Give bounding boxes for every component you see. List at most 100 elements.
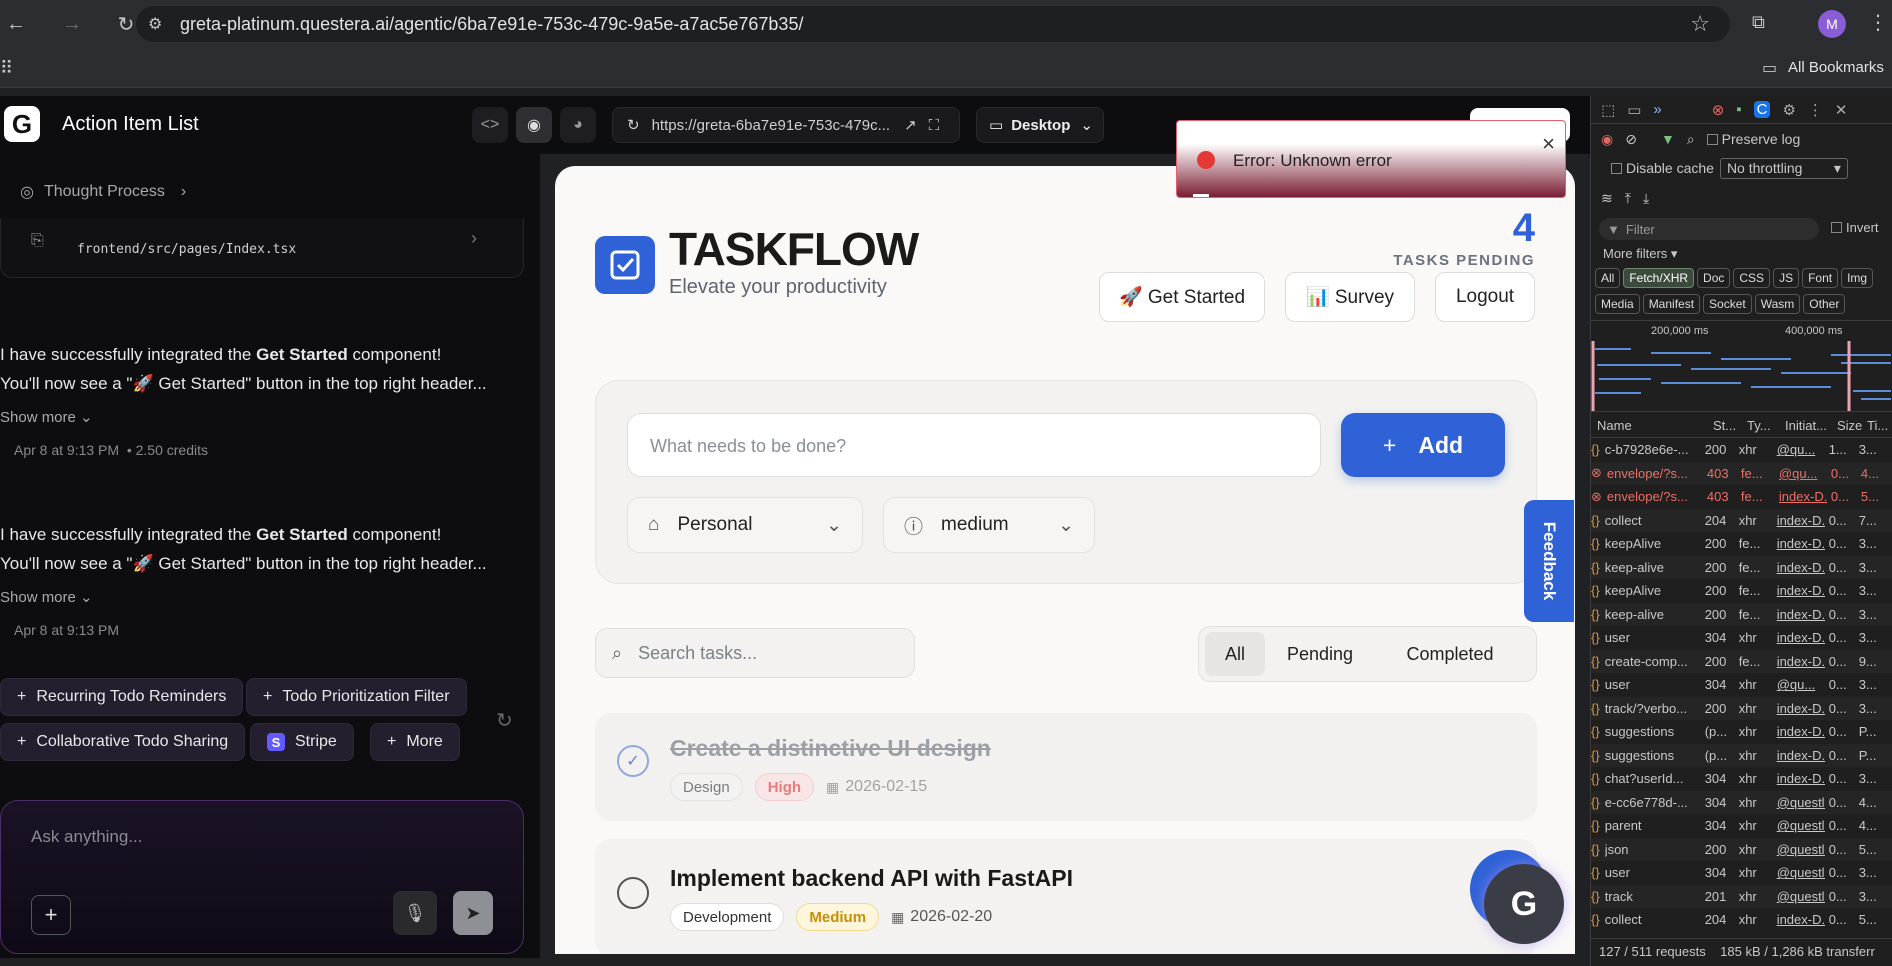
send-button[interactable]: ➤ <box>453 891 493 935</box>
refresh-icon[interactable]: ↻ <box>627 116 640 134</box>
request-initiator[interactable]: @questl... <box>1773 795 1825 810</box>
filter-input[interactable]: ▼ Filter <box>1599 218 1819 240</box>
apps-icon[interactable]: ⠿ <box>0 58 13 79</box>
search-tasks-input[interactable]: ⌕ Search tasks... <box>595 628 915 678</box>
chat-input-box[interactable]: Ask anything... + 🎙 ➤ <box>0 800 524 954</box>
request-row[interactable]: {}suggestions (p... xhr index-D...0... P... <box>1591 720 1892 744</box>
back-icon[interactable]: ← <box>0 8 32 40</box>
task-checkbox[interactable] <box>617 877 649 909</box>
request-row[interactable]: ⊗ envelope/?s... 403 fe... @qu... 0... 4... <box>1591 461 1892 485</box>
request-initiator[interactable]: @qu... <box>1775 466 1827 481</box>
filter-manifest[interactable]: Manifest <box>1642 294 1701 314</box>
record-icon[interactable]: ◉ <box>1601 131 1613 148</box>
device-select[interactable]: ▭ Desktop ⌄ <box>976 107 1104 143</box>
file-open-icon[interactable]: › <box>471 228 477 249</box>
filter-doc[interactable]: Doc <box>1697 268 1731 288</box>
suggestion-recurring-reminders[interactable]: + Recurring Todo Reminders <box>0 678 244 716</box>
request-row[interactable]: {}create-comp... 200 fe... index-D...0... 9.… <box>1591 649 1892 673</box>
add-button[interactable]: + Add <box>1341 413 1505 477</box>
suggestion-more[interactable]: + More <box>370 723 460 761</box>
all-bookmarks-link[interactable]: All Bookmarks <box>1788 59 1884 76</box>
tab-completed[interactable]: Completed <box>1375 644 1525 665</box>
preview-url-bar[interactable]: ↻ https://greta-6ba7e91e-753c-479c... ↗ … <box>612 107 960 143</box>
more-filters-dropdown[interactable]: More filters ▾ <box>1603 246 1677 262</box>
theme-palette-icon[interactable]: ◕ <box>560 107 596 143</box>
settings-gear-icon[interactable]: ⚙ <box>1782 101 1795 119</box>
throttling-select[interactable]: No throttling ▾ <box>1719 157 1848 179</box>
refresh-suggestions-icon[interactable]: ↻ <box>496 708 513 733</box>
issues-icon[interactable]: ▪ <box>1736 101 1741 118</box>
request-row[interactable]: {}keepAlive 200 fe... index-D...0... 3... <box>1591 532 1892 556</box>
forward-icon[interactable]: → <box>56 8 88 40</box>
upload-icon[interactable]: ⤒ <box>1625 190 1631 207</box>
greta-chat-bubble[interactable]: G <box>1470 850 1564 946</box>
suggestion-collaborative-sharing[interactable]: + Collaborative Todo Sharing <box>0 723 246 761</box>
file-card[interactable]: ⎘ frontend/src/pages/Index.tsx › <box>0 218 524 278</box>
inspect-icon[interactable]: ⬚ <box>1601 101 1615 119</box>
filter-js[interactable]: JS <box>1773 268 1800 288</box>
request-initiator[interactable]: @questl... <box>1773 842 1825 857</box>
request-initiator[interactable]: @questl... <box>1773 818 1825 833</box>
request-initiator[interactable]: index-D... <box>1773 583 1825 598</box>
request-initiator[interactable]: index-D... <box>1773 748 1825 763</box>
request-initiator[interactable]: @questl... <box>1773 865 1825 880</box>
request-row[interactable]: ⊗envelope/?s... 403 fe... index-D...0... 5..… <box>1591 485 1892 509</box>
request-initiator[interactable]: index-D... <box>1773 513 1825 528</box>
col-type[interactable]: Ty... <box>1743 418 1781 433</box>
request-initiator[interactable]: index-D... <box>1773 912 1825 927</box>
request-row[interactable]: {}json 200 xhr @questl...0... 5... <box>1591 837 1892 861</box>
task-input[interactable]: What needs to be done? <box>627 413 1321 477</box>
fullscreen-icon[interactable]: ⛶ <box>929 117 940 134</box>
filter-all[interactable]: All <box>1595 268 1621 288</box>
address-bar[interactable]: ⚙ greta-platinum.questera.ai/agentic/6ba… <box>136 6 1730 42</box>
request-row[interactable]: {} user 304 xhr @qu... 0... 3... <box>1591 673 1892 697</box>
request-initiator[interactable]: index-D... <box>1773 630 1825 645</box>
col-time[interactable]: Ti... <box>1863 418 1892 433</box>
category-select[interactable]: ⌂ Personal ⌄ <box>627 497 863 553</box>
filter-css[interactable]: CSS <box>1733 268 1771 288</box>
request-initiator[interactable]: index-D... <box>1773 560 1825 575</box>
more-tabs-icon[interactable]: » <box>1653 101 1661 118</box>
request-row[interactable]: {}collect 204 xhr index-D...0... 7... <box>1591 508 1892 532</box>
request-row[interactable]: {}keepAlive 200 fe... index-D...0... 3... <box>1591 579 1892 603</box>
disable-cache-checkbox[interactable]: Disable cache <box>1611 160 1714 176</box>
request-row[interactable]: {}e-cc6e778d-... 304 xhr @questl...0... 4... <box>1591 790 1892 814</box>
request-row[interactable]: {}chat?userId... 304 xhr index-D...0... 3... <box>1591 767 1892 791</box>
filter-img[interactable]: Img <box>1841 268 1874 288</box>
download-icon[interactable]: ⤓ <box>1643 190 1649 207</box>
wifi-icon[interactable]: ≋ <box>1601 190 1613 207</box>
filter-socket[interactable]: Socket <box>1703 294 1752 314</box>
request-initiator[interactable]: index-D... <box>1775 489 1827 504</box>
search-icon[interactable]: ⌕ <box>1687 131 1695 148</box>
clear-icon[interactable]: ⊘ <box>1625 131 1637 148</box>
request-initiator[interactable]: index-D... <box>1773 654 1825 669</box>
request-row[interactable]: {} c-b7928e6e-... 200 xhr @qu... 1... 3... <box>1591 438 1892 462</box>
site-info-icon[interactable]: ⚙ <box>148 14 162 34</box>
request-row[interactable]: {}user 304 xhr @questl...0... 3... <box>1591 861 1892 885</box>
filter-wasm[interactable]: Wasm <box>1754 294 1801 314</box>
devtools-menu-icon[interactable]: ⋮ <box>1808 101 1823 119</box>
extension-icon[interactable]: ⧉ <box>1752 12 1765 33</box>
task-checkbox-checked[interactable]: ✓ <box>617 745 649 777</box>
request-initiator[interactable]: index-D... <box>1773 536 1825 551</box>
request-initiator[interactable]: index-D... <box>1773 607 1825 622</box>
request-row[interactable]: {}keep-alive 200 fe... index-D...0... 3... <box>1591 602 1892 626</box>
request-initiator[interactable]: index-D... <box>1773 771 1825 786</box>
feedback-tab[interactable]: Feedback <box>1524 500 1574 622</box>
code-view-icon[interactable]: <> <box>472 107 508 143</box>
request-row[interactable]: {}track/?verbo... 200 xhr index-D...0... 3..… <box>1591 696 1892 720</box>
col-size[interactable]: Size <box>1833 418 1863 433</box>
preserve-log-checkbox[interactable]: Preserve log <box>1706 131 1800 147</box>
attach-plus-button[interactable]: + <box>31 895 71 935</box>
filter-other[interactable]: Other <box>1803 294 1846 314</box>
ai-assist-icon[interactable]: C <box>1753 101 1771 118</box>
request-row[interactable]: {}collect 204 xhr index-D...0... 5... <box>1591 908 1892 932</box>
menu-icon[interactable]: ⋮ <box>1868 10 1888 35</box>
open-external-icon[interactable]: ↗ <box>904 116 917 134</box>
col-name[interactable]: Name <box>1591 418 1709 433</box>
request-initiator[interactable]: @questl... <box>1773 889 1825 904</box>
filter-funnel-icon[interactable]: ▼ <box>1661 131 1675 147</box>
close-devtools-icon[interactable]: ✕ <box>1835 101 1848 119</box>
show-more-button[interactable]: Show more ⌄ <box>0 588 93 606</box>
tab-pending[interactable]: Pending <box>1265 644 1375 665</box>
